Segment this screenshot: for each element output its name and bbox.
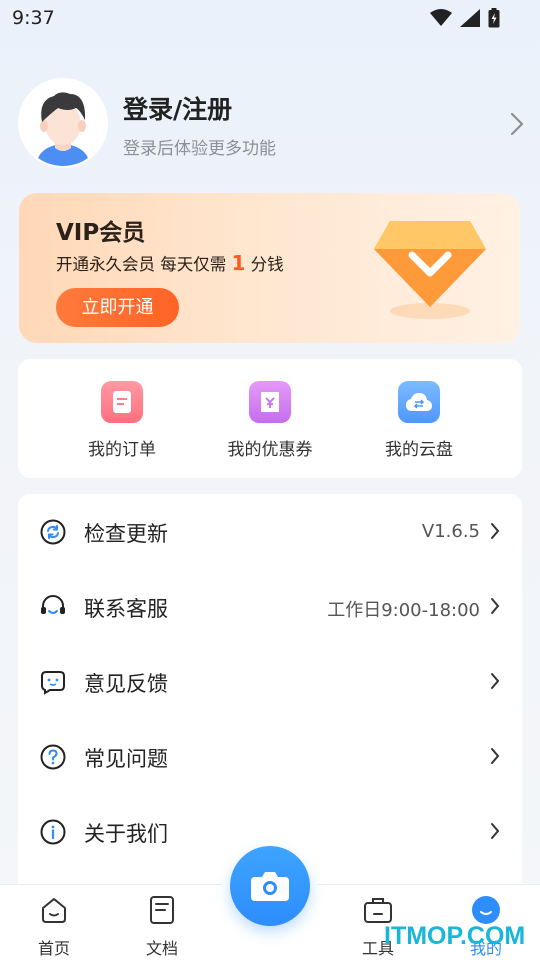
document-icon [150,896,174,924]
chevron-right-icon [491,748,500,764]
quick-item-orders[interactable]: 我的订单 [52,381,192,460]
profile-header[interactable]: 登录/注册 登录后体验更多功能 [18,78,528,168]
diamond-icon [374,221,486,319]
battery-icon [488,8,500,28]
quick-label-orders: 我的订单 [88,440,156,460]
signal-icon [460,9,480,27]
vip-desc-suffix: 分钱 [245,255,284,274]
menu-item-faq[interactable]: 常见问题 [18,719,522,794]
chevron-right-icon [491,598,500,614]
chevron-right-icon [491,523,500,539]
menu-label: 联系客服 [84,597,168,621]
vip-description: 开通永久会员 每天仅需 1 分钱 [56,251,284,275]
refresh-icon [40,519,66,545]
chevron-right-icon[interactable] [510,112,524,136]
info-icon [40,819,66,845]
menu-label: 检查更新 [84,522,168,546]
quick-label-cloud: 我的云盘 [385,440,453,460]
profile-icon [472,896,500,924]
vip-price-number: 1 [231,251,246,275]
watermark: ITMOP.COM [384,922,526,950]
status-bar: 9:37 [0,0,540,38]
vip-open-button[interactable]: 立即开通 [56,288,179,327]
camera-icon [251,872,289,901]
status-icons [430,8,500,28]
login-subtitle: 登录后体验更多功能 [123,139,276,159]
headset-icon [41,595,65,614]
menu-label: 关于我们 [84,822,168,846]
quick-item-cloud[interactable]: 我的云盘 [349,381,489,460]
tab-home[interactable]: 首页 [14,895,94,959]
vip-card[interactable]: VIP会员 开通永久会员 每天仅需 1 分钱 立即开通 [19,193,520,343]
quick-label-coupons: 我的优惠券 [227,440,313,460]
menu-label: 意见反馈 [84,672,168,696]
order-icon [101,381,143,423]
vip-title: VIP会员 [56,220,146,246]
avatar-illustration [20,80,106,166]
menu-item-feedback[interactable]: 意见反馈 [18,644,522,719]
cloud-icon [398,381,440,423]
tab-documents[interactable]: 文档 [122,895,202,959]
camera-button[interactable] [230,846,310,926]
question-icon [40,744,66,770]
menu-item-contact-service[interactable]: 联系客服 工作日9:00-18:00 [18,569,522,644]
menu-value: V1.6.5 [421,521,480,542]
toolbox-icon [364,898,392,923]
home-icon [42,898,66,923]
menu-value: 工作日9:00-18:00 [327,600,480,621]
wifi-icon [430,9,452,26]
status-time: 9:37 [12,7,55,29]
menu-item-check-update[interactable]: 检查更新 V1.6.5 [18,494,522,569]
screen: 9:37 登录/注册 登录后体验更多功能 VIP会员 开通永久会员 每天仅需 1… [0,0,540,960]
coupon-icon [249,381,291,423]
menu-label: 常见问题 [84,747,168,771]
chevron-right-icon [491,823,500,839]
quick-item-coupons[interactable]: 我的优惠券 [200,381,340,460]
tab-label: 文档 [145,939,178,958]
quick-access-card: 我的订单 我的优惠券 我的云盘 [18,359,522,478]
avatar[interactable] [18,78,108,168]
vip-desc-prefix: 开通永久会员 每天仅需 [56,255,232,274]
tab-label: 首页 [37,939,70,958]
chevron-right-icon [491,673,500,689]
login-title[interactable]: 登录/注册 [123,90,232,126]
feedback-icon [41,671,65,695]
